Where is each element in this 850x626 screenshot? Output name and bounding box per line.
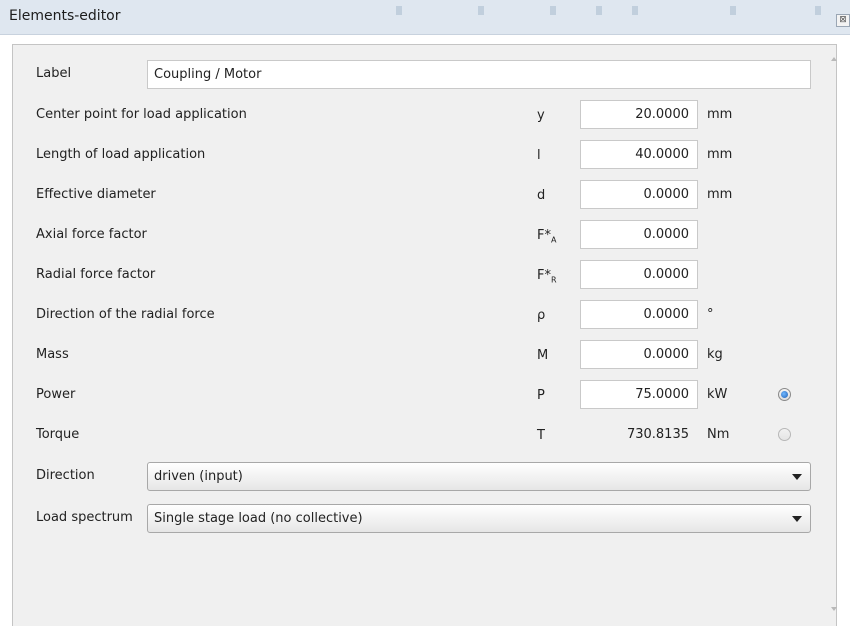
background-ghost-icon bbox=[632, 6, 638, 15]
param-label: Effective diameter bbox=[36, 187, 156, 202]
param-row: Direction of the radial force ρ 0.0000 ° bbox=[13, 300, 838, 332]
param-symbol-main: T bbox=[537, 428, 545, 443]
chevron-down-icon bbox=[792, 516, 802, 522]
param-unit: mm bbox=[707, 147, 733, 162]
param-unit: mm bbox=[707, 187, 733, 202]
param-symbol-subscript: R bbox=[550, 275, 557, 285]
param-symbol: P bbox=[537, 388, 545, 403]
param-label: Direction of the radial force bbox=[36, 307, 215, 322]
scroll-down-icon[interactable] bbox=[831, 607, 837, 611]
background-ghost-icon bbox=[396, 6, 402, 15]
param-value-input[interactable]: 0.0000 bbox=[580, 220, 698, 249]
radio-button[interactable] bbox=[778, 388, 791, 401]
window-title: Elements-editor bbox=[9, 8, 121, 24]
param-symbol-main: P bbox=[537, 388, 545, 403]
elements-editor-panel: Label Coupling / Motor Center point for … bbox=[12, 44, 837, 626]
param-label: Power bbox=[36, 387, 76, 402]
param-symbol-main: y bbox=[537, 108, 545, 123]
direction-row: Direction driven (input) bbox=[13, 462, 838, 494]
load-spectrum-label: Load spectrum bbox=[36, 510, 133, 525]
param-value-input[interactable]: 0.0000 bbox=[580, 340, 698, 369]
param-value-input[interactable]: 0.0000 bbox=[580, 260, 698, 289]
window-titlebar: Elements-editor ⊠ bbox=[0, 0, 850, 35]
param-value-input: 730.8135 bbox=[580, 420, 698, 449]
param-row: Radial force factor F*R 0.0000 bbox=[13, 260, 838, 292]
param-row: Axial force factor F*A 0.0000 bbox=[13, 220, 838, 252]
param-symbol-main: l bbox=[537, 148, 541, 163]
direction-value: driven (input) bbox=[154, 469, 243, 484]
param-symbol-main: F* bbox=[537, 268, 551, 283]
chevron-down-icon bbox=[792, 474, 802, 480]
radio-button[interactable] bbox=[778, 428, 791, 441]
background-ghost-icon bbox=[478, 6, 484, 15]
param-symbol: M bbox=[537, 348, 548, 363]
param-symbol: l bbox=[537, 148, 541, 163]
param-row: Effective diameter d 0.0000 mm bbox=[13, 180, 838, 212]
param-value-input[interactable]: 75.0000 bbox=[580, 380, 698, 409]
load-spectrum-row: Load spectrum Single stage load (no coll… bbox=[13, 504, 838, 536]
param-symbol: F*A bbox=[537, 228, 556, 245]
param-symbol-main: d bbox=[537, 188, 546, 203]
param-label: Axial force factor bbox=[36, 227, 147, 242]
param-row: Center point for load application y 20.000… bbox=[13, 100, 838, 132]
param-unit: ° bbox=[707, 307, 714, 322]
param-value-input[interactable]: 0.0000 bbox=[580, 180, 698, 209]
param-label: Length of load application bbox=[36, 147, 206, 162]
param-label: Mass bbox=[36, 347, 69, 362]
param-symbol-main: F* bbox=[537, 228, 551, 243]
param-symbol: d bbox=[537, 188, 545, 203]
direction-select[interactable]: driven (input) bbox=[147, 462, 811, 491]
background-ghost-icon bbox=[815, 6, 821, 15]
param-symbol: ρ bbox=[537, 308, 545, 323]
direction-label: Direction bbox=[36, 468, 95, 483]
param-row: Torque T 730.8135 Nm bbox=[13, 420, 838, 452]
param-row: Length of load application l 40.0000 mm bbox=[13, 140, 838, 172]
label-row: Label Coupling / Motor bbox=[13, 45, 838, 89]
param-symbol: T bbox=[537, 428, 545, 443]
load-spectrum-select[interactable]: Single stage load (no collective) bbox=[147, 504, 811, 533]
param-unit: kg bbox=[707, 347, 723, 362]
background-ghost-icon bbox=[596, 6, 602, 15]
background-ghost-icon bbox=[730, 6, 736, 15]
param-symbol: y bbox=[537, 108, 545, 123]
scroll-up-icon[interactable] bbox=[831, 57, 837, 61]
param-label: Radial force factor bbox=[36, 267, 156, 282]
background-ghost-icon bbox=[550, 6, 556, 15]
load-spectrum-value: Single stage load (no collective) bbox=[154, 511, 363, 526]
param-symbol: F*R bbox=[537, 268, 557, 285]
param-unit: kW bbox=[707, 387, 728, 402]
param-symbol-subscript: A bbox=[550, 235, 557, 245]
label-input[interactable]: Coupling / Motor bbox=[147, 60, 811, 89]
param-symbol-main: M bbox=[537, 348, 549, 363]
param-symbol-main: ρ bbox=[537, 308, 546, 323]
param-value-input[interactable]: 20.0000 bbox=[580, 100, 698, 129]
param-label: Center point for load application bbox=[36, 107, 247, 122]
param-value-input[interactable]: 40.0000 bbox=[580, 140, 698, 169]
param-row: Mass M 0.0000 kg bbox=[13, 340, 838, 372]
param-row: Power P 75.0000 kW bbox=[13, 380, 838, 412]
param-label: Torque bbox=[36, 427, 80, 442]
param-value-input[interactable]: 0.0000 bbox=[580, 300, 698, 329]
param-unit: Nm bbox=[707, 427, 730, 442]
label-field-label: Label bbox=[36, 66, 72, 81]
param-unit: mm bbox=[707, 107, 733, 122]
close-icon[interactable]: ⊠ bbox=[836, 14, 850, 27]
